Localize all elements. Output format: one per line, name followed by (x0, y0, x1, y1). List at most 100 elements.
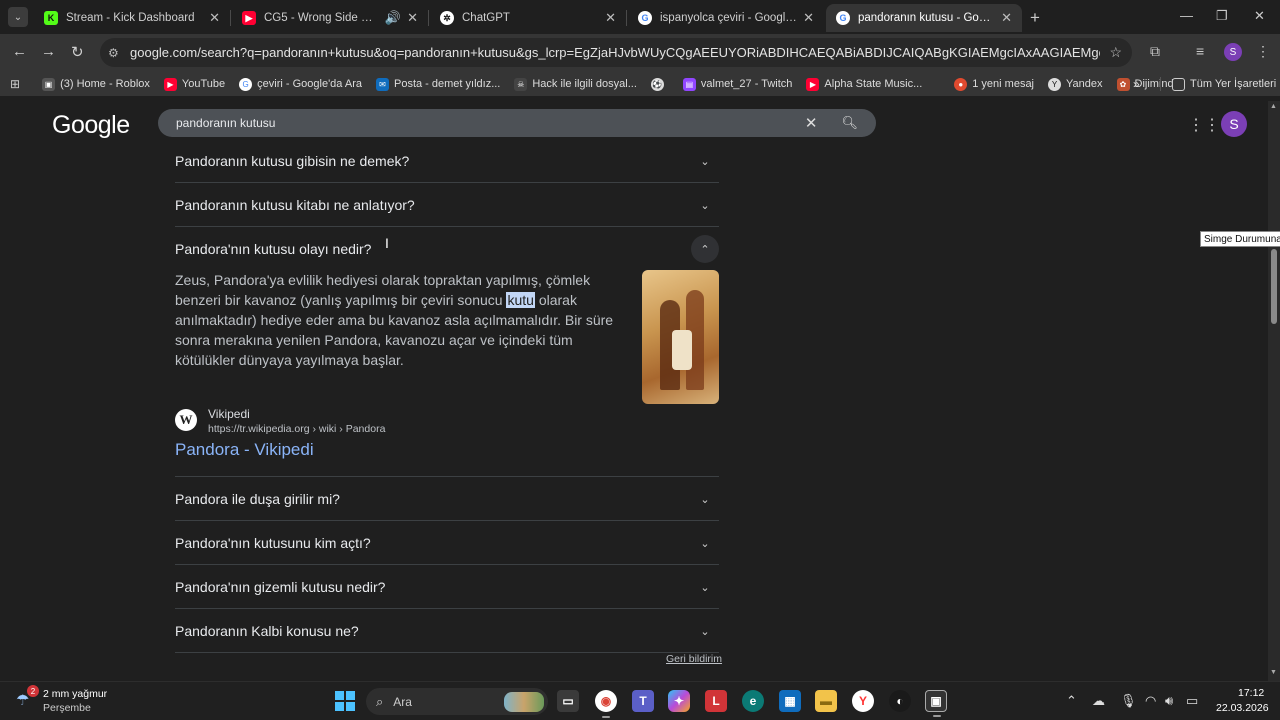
speaker-icon[interactable]: 🔊 (385, 10, 401, 26)
close-icon[interactable]: ✕ (407, 10, 418, 26)
tab-pandora-search[interactable]: G pandoranın kutusu - Google'da ✕ (826, 4, 1022, 32)
reload-icon[interactable]: ↻ (71, 43, 84, 61)
page-scrollbar[interactable]: ▲ ▼ (1268, 101, 1280, 681)
extensions-icon[interactable]: ⧉ (1150, 43, 1160, 60)
task-view-icon[interactable]: ▭ (557, 690, 579, 712)
search-box[interactable]: pandoranın kutusu ✕ 🔍︎ (158, 109, 876, 137)
close-icon[interactable]: ✕ (803, 10, 814, 26)
bookmark-soccer[interactable]: ⚽ (650, 77, 669, 91)
chevron-down-icon[interactable]: ⌄ (691, 191, 719, 219)
app-window-icon[interactable]: ▣ (925, 690, 947, 717)
faq-item[interactable]: Pandoranın kutusu kitabı ne anlatıyor? ⌄ (175, 183, 719, 227)
chevron-down-icon[interactable]: ⌄ (691, 573, 719, 601)
profile-icon[interactable]: S (1224, 43, 1242, 61)
twitch-icon: ▤ (682, 77, 696, 91)
pandora-vase-image[interactable] (642, 270, 719, 404)
bookmark-yandex[interactable]: Y Yandex (1048, 77, 1103, 91)
tab-divider (626, 10, 627, 26)
bookmark-star-icon[interactable]: ☆ (1109, 44, 1122, 61)
minimize-icon[interactable]: — (1180, 8, 1193, 23)
weather-text[interactable]: 2 mm yağmur (43, 688, 107, 700)
clear-search-icon[interactable]: ✕ (805, 114, 818, 132)
media-controls-icon[interactable]: ≡ (1196, 43, 1204, 59)
faq-item[interactable]: Pandora ile duşa girilir mi? ⌄ (175, 476, 719, 521)
search-results-page: Google pandoranın kutusu ✕ 🔍︎ ⋮⋮⋮ S Pand… (0, 101, 1280, 681)
mouse-cursor-icon: I (385, 235, 389, 251)
bookmark-alpha-state[interactable]: ▶ Alpha State Music... (806, 77, 922, 91)
scroll-down-icon[interactable]: ▼ (1270, 669, 1277, 676)
chevron-down-icon[interactable]: ⌄ (691, 147, 719, 175)
weather-day[interactable]: Perşembe (43, 702, 91, 714)
chevron-down-icon[interactable]: ⌄ (691, 529, 719, 557)
faq-item[interactable]: Pandora'nın kutusunu kim açtı? ⌄ (175, 521, 719, 565)
l-app-icon[interactable]: L (705, 690, 727, 712)
tab-chatgpt[interactable]: ✲ ChatGPT ✕ (430, 4, 626, 32)
close-icon[interactable]: ✕ (605, 10, 616, 26)
forward-icon[interactable]: → (41, 43, 56, 60)
google-logo[interactable]: Google (52, 111, 130, 140)
bookmark-roblox[interactable]: ▣ (3) Home - Roblox (42, 77, 150, 91)
windows-start-icon[interactable] (335, 691, 355, 711)
new-tab-button[interactable]: + (1030, 8, 1040, 28)
restore-icon[interactable]: ❐ (1216, 8, 1228, 24)
faq-item-expanded[interactable]: Pandora'nın kutusu olayı nedir? ⌃ (175, 227, 719, 271)
taskbar-search[interactable]: ⌕ Ara (366, 688, 548, 715)
file-explorer-icon[interactable]: ▬ (815, 690, 837, 712)
all-bookmarks[interactable]: Tüm Yer İşaretleri (1172, 77, 1277, 91)
chevron-up-icon[interactable]: ⌃ (691, 235, 719, 263)
copilot-icon[interactable]: ✦ (668, 690, 690, 712)
feedback-link[interactable]: Geri bildirim (666, 653, 722, 665)
bookmark-posta[interactable]: ✉ Posta - demet yıldız... (375, 77, 500, 91)
window-close-icon[interactable]: ✕ (1254, 8, 1265, 24)
close-icon[interactable]: ✕ (1001, 10, 1012, 26)
windows-taskbar: ☂ 2 2 mm yağmur Perşembe ⌕ Ara ▭ ◉ T ✦ L… (0, 681, 1280, 720)
apps-grid-icon[interactable]: ⊞ (10, 77, 20, 91)
tab-kick[interactable]: K Stream - Kick Dashboard ✕ (34, 4, 230, 32)
teams-icon[interactable]: T (632, 690, 654, 712)
search-icon[interactable]: 🔍︎ (841, 115, 858, 131)
close-icon[interactable]: ✕ (209, 10, 220, 26)
wifi-icon[interactable]: ◠ (1145, 693, 1156, 709)
edge-icon[interactable]: e (742, 690, 764, 712)
bookmarks-overflow-icon[interactable]: » (1133, 77, 1140, 91)
result-link[interactable]: Pandora - Vikipedi (175, 440, 314, 460)
bookmark-twitch[interactable]: ▤ valmet_27 - Twitch (682, 77, 792, 91)
search-input[interactable]: pandoranın kutusu (176, 116, 805, 130)
clock-date[interactable]: 22.03.2026 (1216, 702, 1269, 714)
obs-icon[interactable]: ◐ (889, 690, 911, 712)
microphone-icon[interactable]: 🎙︎ (1120, 693, 1137, 709)
bookmark-label: Tüm Yer İşaretleri (1190, 78, 1277, 90)
faq-item[interactable]: Pandoranın Kalbi konusu ne? ⌄ (175, 609, 719, 653)
yandex-browser-icon[interactable]: Y (852, 690, 874, 712)
chrome-icon[interactable]: ◉ (595, 690, 617, 718)
faq-question: Pandoranın Kalbi konusu ne? (175, 622, 359, 639)
tab-youtube[interactable]: ▶ CG5 - Wrong Side Out (from 🔊 ✕ (232, 4, 428, 32)
tab-search-button[interactable]: ⌄ (8, 7, 28, 27)
tab-google-translate-search[interactable]: G ispanyolca çeviri - Google'da Ar ✕ (628, 4, 824, 32)
tab-title: CG5 - Wrong Side Out (from (264, 12, 379, 24)
bookmark-hack[interactable]: ☠ Hack ile ilgili dosyal... (514, 77, 637, 91)
tray-overflow-icon[interactable]: ⌃ (1066, 693, 1077, 709)
chevron-down-icon[interactable]: ⌄ (691, 485, 719, 513)
battery-icon[interactable]: ▭ (1186, 693, 1198, 709)
scroll-up-icon[interactable]: ▲ (1270, 103, 1277, 110)
clock-time[interactable]: 17:12 (1238, 687, 1264, 699)
address-bar[interactable]: ⚙ google.com/search?q=pandoranın+kutusu&… (100, 38, 1132, 67)
chevron-down-icon[interactable]: ⌄ (691, 617, 719, 645)
bookmark-label: çeviri - Google'da Ara (257, 78, 362, 90)
site-info-icon[interactable]: ⚙ (108, 46, 124, 60)
bookmark-youtube[interactable]: ▶ YouTube (163, 77, 225, 91)
onedrive-icon[interactable]: ☁ (1092, 693, 1105, 709)
browser-menu-icon[interactable]: ⋮ (1256, 43, 1270, 60)
back-icon[interactable]: ← (12, 43, 27, 60)
bookmark-message[interactable]: ● 1 yeni mesaj (954, 77, 1034, 91)
store-icon[interactable]: ▦ (779, 690, 801, 712)
bookmark-dijimind[interactable]: ✿ Dijimind (1116, 77, 1174, 91)
account-avatar[interactable]: S (1221, 111, 1247, 137)
volume-icon[interactable]: 🔊︎ (1165, 693, 1173, 709)
bookmark-label: Yandex (1066, 78, 1103, 90)
scroll-thumb[interactable] (1271, 249, 1277, 324)
bookmark-ceviri[interactable]: Gçeviri - Google'da Ara (239, 77, 362, 91)
faq-item[interactable]: Pandora'nın gizemli kutusu nedir? ⌄ (175, 565, 719, 609)
faq-item[interactable]: Pandoranın kutusu gibisin ne demek? ⌄ (175, 139, 719, 183)
